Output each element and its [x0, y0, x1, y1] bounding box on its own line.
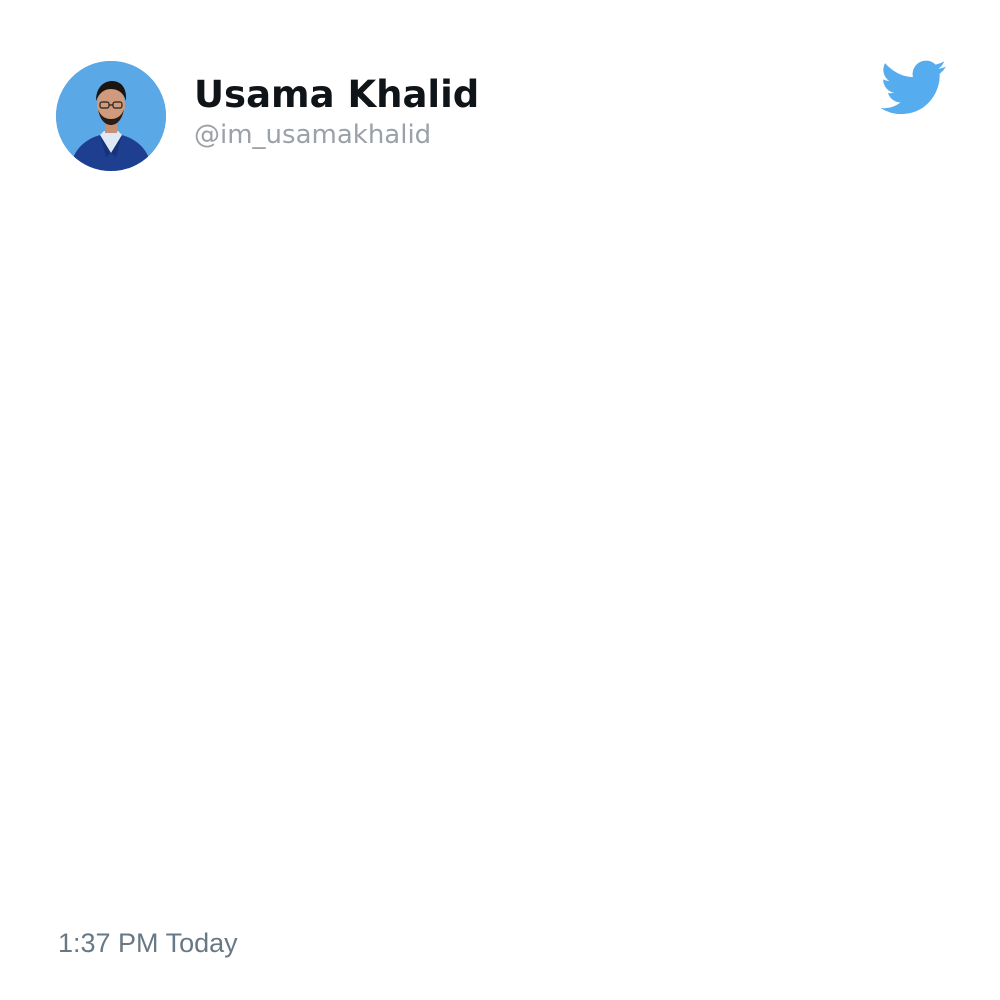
tweet-card: Usama Khalid @im_usamakhalid 1:37 PM Tod…	[0, 0, 1000, 1000]
twitter-bird-icon	[880, 60, 947, 116]
avatar[interactable]	[56, 61, 166, 171]
timestamp[interactable]: 1:37 PM Today	[58, 926, 238, 960]
twitter-bird-shape	[880, 60, 946, 115]
twitter-bird-svg	[880, 60, 946, 115]
display-name[interactable]: Usama Khalid	[194, 72, 479, 118]
avatar-photo	[56, 61, 166, 171]
user-handle[interactable]: @im_usamakhalid	[194, 118, 479, 152]
tweet-text	[56, 200, 944, 900]
author-block: Usama Khalid @im_usamakhalid	[194, 72, 479, 152]
